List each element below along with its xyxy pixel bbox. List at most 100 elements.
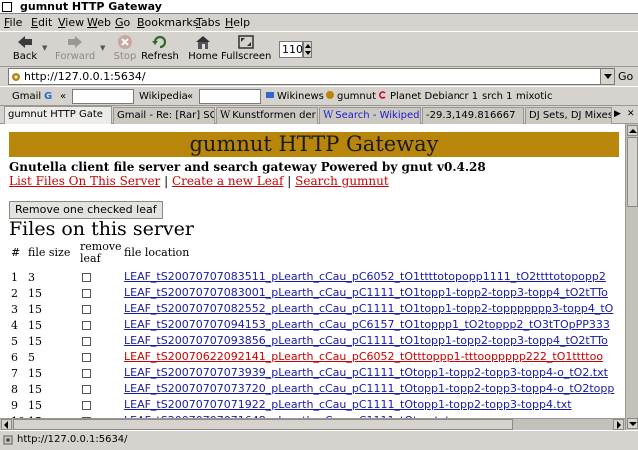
- bookmark-wikinews[interactable]: Wikinews: [265, 90, 324, 104]
- table-row: 8 15 LEAF_tS20070707073720_pLearth_cCau_…: [11, 382, 615, 396]
- refresh-button[interactable]: Refresh: [141, 34, 179, 66]
- file-link[interactable]: LEAF_tS20070707083511_pLearth_cCau_pC605…: [124, 270, 606, 283]
- wikipedia-search-input[interactable]: [199, 89, 261, 104]
- remove-leaf-button[interactable]: Remove one checked leaf: [9, 201, 163, 219]
- debian-swirl-icon: [379, 91, 386, 99]
- bookmark-mixotic[interactable]: mixotic: [516, 90, 552, 104]
- tab-coordinates[interactable]: -29.3,149.816667: [422, 107, 524, 124]
- bookmark-wikipedia[interactable]: Wikipedia: [139, 90, 188, 104]
- menu-bar: File Edit View Web Go Bookmarks Tabs Hel…: [0, 14, 638, 31]
- page-content: gumnut HTTP Gateway Gnutella client file…: [0, 124, 625, 430]
- remove-checkbox[interactable]: [82, 401, 91, 410]
- menu-help[interactable]: Help: [225, 15, 250, 30]
- tab-scroll-right-icon[interactable]: ▶: [614, 109, 621, 119]
- remove-checkbox[interactable]: [82, 369, 91, 378]
- forward-button[interactable]: Forward: [55, 34, 95, 66]
- file-link[interactable]: LEAF_tS20070707093856_pLearth_cCau_pC111…: [124, 334, 608, 347]
- remove-checkbox[interactable]: [82, 385, 91, 394]
- remove-checkbox[interactable]: [82, 353, 91, 362]
- zoom-level-input[interactable]: 110: [279, 41, 303, 58]
- remove-checkbox[interactable]: [82, 321, 91, 330]
- home-button[interactable]: Home: [188, 34, 218, 66]
- file-link[interactable]: LEAF_tS20070707094153_pLearth_cCau_pC615…: [124, 318, 610, 331]
- close-tab-icon[interactable]: ✕: [627, 109, 635, 119]
- google-search-input[interactable]: [72, 89, 134, 104]
- bookmark-gumnut[interactable]: gumnut: [325, 90, 376, 104]
- col-header-num: #: [11, 246, 21, 259]
- url-history-dropdown[interactable]: [600, 69, 614, 84]
- file-link[interactable]: LEAF_tS20070707082552_pLearth_cCau_pC111…: [124, 302, 613, 315]
- scroll-left-icon[interactable]: [1, 419, 12, 430]
- search-go-arrow[interactable]: «: [60, 90, 66, 104]
- fullscreen-button[interactable]: Fullscreen: [221, 34, 271, 66]
- tab-dj-sets[interactable]: DJ Sets, DJ Mixes at: [525, 107, 612, 124]
- table-row: 4 15 LEAF_tS20070707094153_pLearth_cCau_…: [11, 318, 610, 332]
- link-search-gumnut[interactable]: Search gumnut: [295, 174, 389, 188]
- location-bar: Go: [0, 67, 638, 86]
- stop-button[interactable]: Stop: [112, 34, 138, 66]
- horizontal-scrollbar[interactable]: [0, 418, 625, 430]
- bookmarks-toolbar: Gmail G « Wikipedia « Wikinews gumnut Pl…: [0, 86, 638, 106]
- tab-gumnut[interactable]: gumnut HTTP Gate: [4, 106, 112, 124]
- horizontal-scroll-thumb[interactable]: [13, 419, 513, 430]
- gumnut-icon: [326, 91, 334, 99]
- file-link-visited[interactable]: LEAF_tS20070622092141_pLearth_cCau_pC605…: [124, 350, 603, 363]
- link-create-leaf[interactable]: Create a new Leaf: [172, 174, 283, 188]
- remove-checkbox[interactable]: [82, 273, 91, 282]
- tab-kunstformen[interactable]: W Kunstformen der: [216, 107, 318, 124]
- table-row: 7 15 LEAF_tS20070707073939_pLearth_cCau_…: [11, 366, 608, 380]
- bookmark-gmail[interactable]: Gmail: [12, 90, 41, 104]
- scroll-right-icon[interactable]: [613, 419, 624, 430]
- table-row: 2 15 LEAF_tS20070707083001_pLearth_cCau_…: [11, 286, 608, 300]
- back-button[interactable]: Back: [10, 34, 40, 66]
- tab-wikipedia-search[interactable]: W Search - Wikiped: [319, 107, 421, 124]
- link-list-files[interactable]: List Files On This Server: [9, 174, 160, 188]
- navigation-toolbar: Back ▼ Forward ▼ Stop Refresh Home Fulls…: [0, 31, 638, 67]
- status-text: http://127.0.0.1:5634/: [17, 434, 128, 445]
- file-link[interactable]: LEAF_tS20070707073720_pLearth_cCau_pC111…: [124, 382, 614, 395]
- col-header-leaf: leaf: [80, 252, 101, 265]
- files-heading: Files on this server: [9, 218, 194, 240]
- table-row: 3 15 LEAF_tS20070707082552_pLearth_cCau_…: [11, 302, 614, 316]
- menu-bookmarks[interactable]: Bookmarks: [137, 15, 198, 30]
- menu-tabs[interactable]: Tabs: [196, 15, 220, 30]
- wiki-search-go-arrow[interactable]: «: [187, 90, 193, 104]
- bookmark-cr1[interactable]: cr 1: [459, 90, 478, 104]
- zoom-spinner[interactable]: [303, 41, 312, 58]
- nav-links: List Files On This Server | Create a new…: [9, 174, 389, 188]
- back-arrow-icon: [18, 36, 32, 48]
- stop-icon: [118, 35, 132, 49]
- remove-checkbox[interactable]: [82, 337, 91, 346]
- window-title: gumnut HTTP Gateway: [20, 0, 162, 13]
- remove-checkbox[interactable]: [82, 289, 91, 298]
- table-row: 6 5 LEAF_tS20070622092141_pLearth_cCau_p…: [11, 350, 604, 364]
- file-link[interactable]: LEAF_tS20070707071922_pLearth_cCau_pC111…: [124, 398, 572, 411]
- tab-gmail[interactable]: Gmail - Re: [Rar] SC: [113, 107, 215, 124]
- file-link[interactable]: LEAF_tS20070707083001_pLearth_cCau_pC111…: [124, 286, 608, 299]
- menu-view[interactable]: View: [58, 15, 84, 30]
- menu-edit[interactable]: Edit: [31, 15, 52, 30]
- file-link[interactable]: LEAF_tS20070707073939_pLearth_cCau_pC111…: [124, 366, 608, 379]
- menu-web[interactable]: Web: [87, 15, 111, 30]
- bookmark-planet-debian[interactable]: Planet Debian: [378, 90, 460, 104]
- scroll-up-icon[interactable]: [627, 125, 638, 136]
- menu-file[interactable]: File: [4, 15, 22, 30]
- wikipedia-w-icon: W: [323, 110, 334, 121]
- bookmark-srch1[interactable]: srch 1: [482, 90, 512, 104]
- window-titlebar: gumnut HTTP Gateway: [0, 0, 638, 14]
- page-description: Gnutella client file server and search g…: [9, 160, 486, 174]
- vertical-scroll-thumb[interactable]: [627, 137, 638, 207]
- vertical-scrollbar[interactable]: [625, 124, 638, 430]
- col-header-location: file location: [124, 246, 190, 259]
- remove-checkbox[interactable]: [82, 305, 91, 314]
- refresh-icon: [152, 35, 167, 49]
- google-search-icon[interactable]: G: [44, 90, 52, 104]
- forward-history-dropdown[interactable]: ▼: [100, 44, 105, 52]
- scroll-down-icon[interactable]: [627, 418, 638, 429]
- go-button[interactable]: Go: [618, 70, 633, 83]
- forward-arrow-icon: [68, 36, 82, 48]
- window-menu-button[interactable]: [2, 2, 12, 12]
- menu-go[interactable]: Go: [115, 15, 130, 30]
- back-history-dropdown[interactable]: ▼: [42, 44, 47, 52]
- url-input[interactable]: [24, 69, 599, 84]
